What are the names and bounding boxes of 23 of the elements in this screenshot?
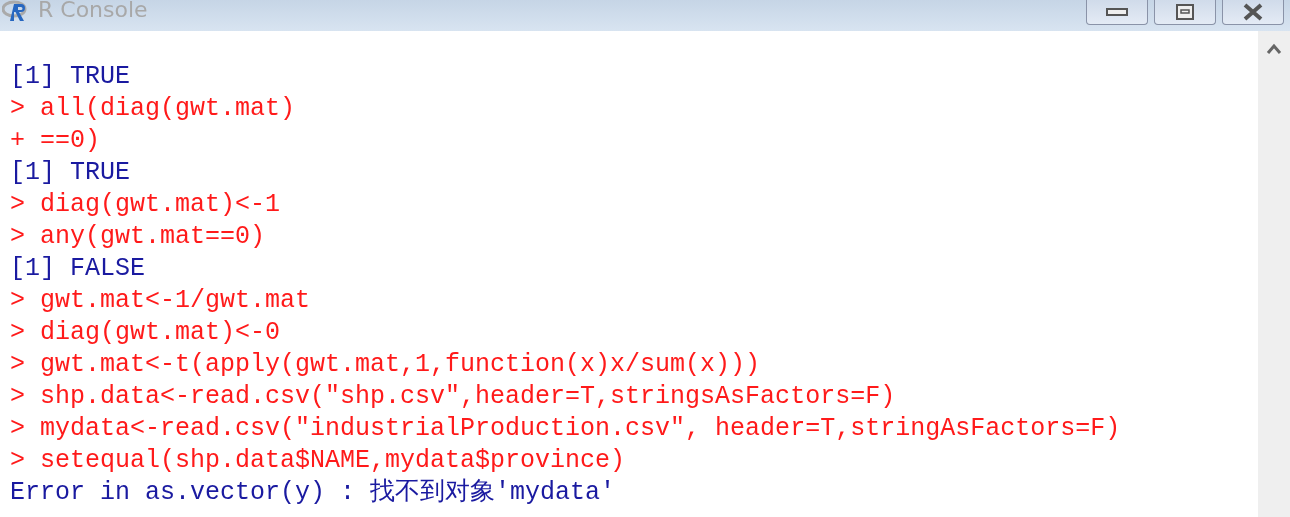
maximize-icon <box>1176 4 1194 20</box>
output-line: [1] TRUE <box>10 61 132 93</box>
command-line: > setequal(shp.data$NAME,mydata$province) <box>10 445 627 477</box>
command-line: > diag(gwt.mat)<-1 <box>10 189 282 221</box>
scroll-up-icon[interactable] <box>1266 43 1282 55</box>
command-line: > gwt.mat<-t(apply(gwt.mat,1,function(x)x/sum(x))) <box>10 349 762 381</box>
maximize-button[interactable] <box>1154 0 1216 25</box>
command-line: + ==0) <box>10 125 101 157</box>
command-line: > mydata<-read.csv("industrialProduction.csv", header=T,stringAsFactors=F) <box>10 413 1122 445</box>
close-icon <box>1242 3 1264 21</box>
command-line: > diag(gwt.mat)<-0 <box>10 317 282 349</box>
output-line: [1] FALSE <box>10 253 147 285</box>
command-line: > gwt.mat<-1/gwt.mat <box>10 285 312 317</box>
command-line: > shp.data<-read.csv("shp.csv",header=T,stringsAsFactors=F) <box>10 381 897 413</box>
scrollbar[interactable] <box>1258 31 1290 517</box>
output-line: Error in as.vector(y) : 找不到对象'mydata' <box>10 477 617 509</box>
window-title: R Console <box>38 0 148 20</box>
close-button[interactable] <box>1222 0 1284 25</box>
minimize-button[interactable] <box>1086 0 1148 25</box>
minimize-icon <box>1106 8 1128 16</box>
command-line: > any(gwt.mat==0) <box>10 221 267 253</box>
command-line: > all(diag(gwt.mat) <box>10 93 297 125</box>
output-line: [1] TRUE <box>10 157 132 189</box>
